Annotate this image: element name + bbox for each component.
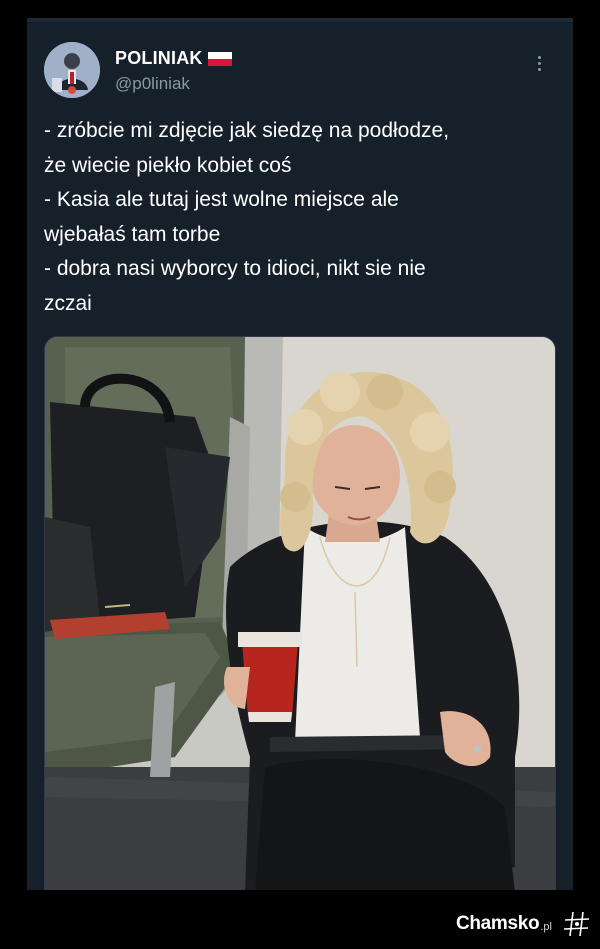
watermark-text: Chamsko <box>455 913 540 934</box>
tweet-line: wjebałaś tam torbe <box>44 222 221 246</box>
avatar-photo <box>44 42 100 98</box>
hash-logo-icon <box>563 911 590 937</box>
avatar[interactable] <box>44 42 100 98</box>
site-watermark: Chamsko .pl <box>456 909 592 939</box>
tweet-card: POLINIAK @p0liniak - zróbcie mi zdjęcie … <box>27 18 573 890</box>
display-name[interactable]: POLINIAK <box>115 48 203 69</box>
more-vertical-icon[interactable] <box>532 56 546 76</box>
card-top-edge <box>27 18 573 22</box>
photo-woman-on-train-floor <box>45 337 555 890</box>
tweet-line: zczai <box>44 291 92 315</box>
tweet-line: - dobra nasi wyborcy to idioci, nikt sie… <box>44 257 426 280</box>
flag-poland-icon <box>207 51 232 66</box>
tweet-line: - zróbcie mi zdjęcie jak siedzę na podło… <box>44 119 450 142</box>
tweet-line: - Kasia ale tutaj jest wolne miejsce ale <box>44 188 399 211</box>
tweet-text: - zróbcie mi zdjęcie jak siedzę na podło… <box>44 114 559 321</box>
author-name-row[interactable]: POLINIAK <box>115 48 232 69</box>
tweet-photo[interactable] <box>44 336 556 890</box>
watermark-suffix: .pl <box>540 921 552 933</box>
author-handle[interactable]: @p0liniak <box>115 74 190 94</box>
tweet-line: że wiecie piekło kobiet coś <box>44 153 292 177</box>
